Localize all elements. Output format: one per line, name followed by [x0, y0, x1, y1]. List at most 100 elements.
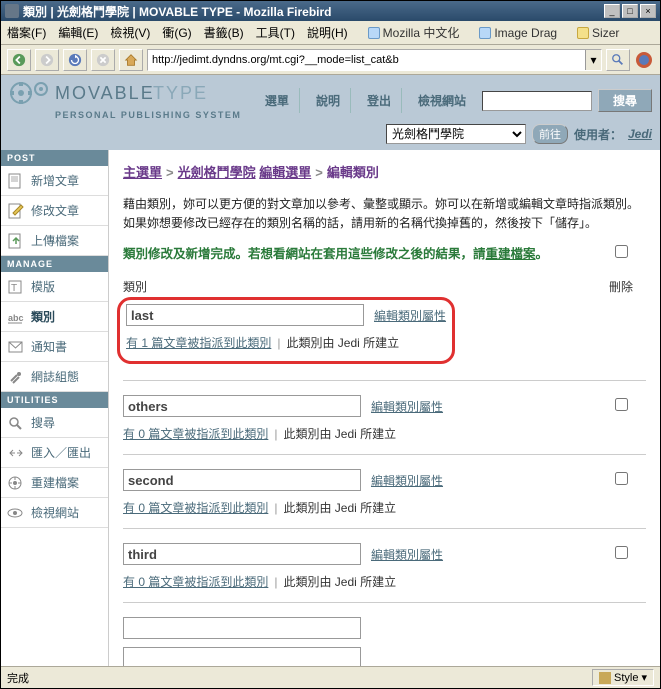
svg-text:TYPE: TYPE	[153, 83, 208, 103]
nav-help[interactable]: 說明	[306, 88, 351, 113]
sidebar-categories[interactable]: abc類別	[1, 302, 108, 332]
category-name-input[interactable]	[123, 543, 361, 565]
svg-text:T: T	[11, 283, 17, 294]
close-button[interactable]: ×	[640, 4, 656, 18]
sidebar-rebuild[interactable]: 重建檔案	[1, 468, 108, 498]
edit-attributes-link[interactable]: 編輯類別屬性	[371, 546, 443, 563]
notice: 類別修改及新增完成。若想看網站在套用這些修改之後的結果，請重建檔案。	[123, 243, 646, 262]
entry-count-link[interactable]: 有 0 篇文章被指派到此類別	[123, 501, 268, 515]
sidebar-search[interactable]: 搜尋	[1, 408, 108, 438]
stop-button[interactable]	[91, 49, 115, 71]
search-button[interactable]	[606, 49, 630, 71]
edit-attributes-link[interactable]: 編輯類別屬性	[371, 472, 443, 489]
entry-count-link[interactable]: 有 1 篇文章被指派到此類別	[126, 336, 271, 350]
header-search-button[interactable]: 搜尋	[598, 89, 652, 112]
column-headers: 類別 刪除	[123, 278, 646, 295]
url-bar[interactable]: ▾	[147, 49, 602, 71]
back-button[interactable]	[7, 49, 31, 71]
import-icon	[7, 445, 25, 461]
categories-icon: abc	[7, 309, 25, 325]
browser-toolbar: ▾	[1, 45, 660, 75]
doc-icon	[368, 27, 380, 39]
user-label: 使用者：	[574, 126, 622, 143]
menu-go[interactable]: 衝(G)	[162, 24, 191, 41]
sidebar-import[interactable]: 匯入／匯出	[1, 438, 108, 468]
highlight-annotation: 編輯類別屬性 有 1 篇文章被指派到此類別|此類別由 Jedi 所建立	[117, 297, 455, 364]
delete-checkbox[interactable]	[615, 398, 628, 411]
doc-icon	[479, 27, 491, 39]
sidebar-templates[interactable]: T模版	[1, 272, 108, 302]
status-bar: 完成 Style ▾	[1, 666, 660, 688]
menu-bookmarks[interactable]: 書籤(B)	[204, 24, 244, 41]
creator-text: 此類別由 Jedi 所建立	[286, 336, 399, 350]
blog-select[interactable]: 光劍格鬥學院	[386, 124, 526, 144]
svg-text:abc: abc	[8, 313, 24, 323]
nav-logout[interactable]: 登出	[357, 88, 402, 113]
new-entry-icon	[7, 173, 25, 189]
sidebar-notify[interactable]: 通知書	[1, 332, 108, 362]
home-button[interactable]	[119, 49, 143, 71]
header-search-input[interactable]	[482, 91, 592, 111]
creator-text: 此類別由 Jedi 所建立	[283, 427, 396, 441]
menu-file[interactable]: 檔案(F)	[7, 24, 46, 41]
menu-tools[interactable]: 工具(T)	[256, 24, 295, 41]
category-row: 編輯類別屬性 有 1 篇文章被指派到此類別|此類別由 Jedi 所建立	[123, 301, 646, 381]
menu-view[interactable]: 檢視(V)	[110, 24, 150, 41]
category-name-input[interactable]	[123, 395, 361, 417]
content-area: 主選單>光劍格鬥學院 編輯選單>編輯類別 藉由類別，妳可以更方便的對文章加以參考…	[109, 150, 660, 666]
status-text: 完成	[7, 670, 592, 686]
new-category-input[interactable]	[123, 617, 361, 639]
delete-checkbox[interactable]	[615, 472, 628, 485]
maximize-button[interactable]: □	[622, 4, 638, 18]
new-category-input[interactable]	[123, 647, 361, 666]
menu-help[interactable]: 說明(H)	[307, 24, 348, 41]
nav-viewsite[interactable]: 檢視網站	[408, 88, 476, 113]
minimize-button[interactable]: _	[604, 4, 620, 18]
category-name-input[interactable]	[123, 469, 361, 491]
reload-button[interactable]	[63, 49, 87, 71]
category-row: 編輯類別屬性 有 0 篇文章被指派到此類別|此類別由 Jedi 所建立	[123, 543, 646, 603]
mt-logo: MOVABLE TYPE	[9, 81, 219, 105]
entry-count-link[interactable]: 有 0 篇文章被指派到此類別	[123, 427, 268, 441]
style-switcher[interactable]: Style ▾	[592, 669, 654, 686]
entry-count-link[interactable]: 有 0 篇文章被指派到此類別	[123, 575, 268, 589]
sidebar: POST 新增文章 修改文章 上傳檔案 MANAGE T模版 abc類別 通知書…	[1, 150, 109, 666]
sidebar-header-utilities: UTILITIES	[1, 392, 108, 408]
sidebar-upload[interactable]: 上傳檔案	[1, 226, 108, 256]
user-link[interactable]: Jedi	[628, 127, 652, 141]
edit-attributes-link[interactable]: 編輯類別屬性	[371, 398, 443, 415]
instructions: 藉由類別，妳可以更方便的對文章加以參考、彙整或顯示。妳可以在新增或編輯文章時指派…	[123, 195, 646, 233]
url-input[interactable]	[148, 54, 585, 66]
bookmark-mozilla[interactable]: Mozilla 中文化	[368, 24, 460, 41]
delete-checkbox[interactable]	[615, 245, 628, 258]
logo-tagline: PERSONAL PUBLISHING SYSTEM	[55, 110, 241, 120]
palette-icon	[599, 672, 611, 684]
category-row: 編輯類別屬性 有 0 篇文章被指派到此類別|此類別由 Jedi 所建立	[123, 469, 646, 529]
window-title: 類別 | 光劍格鬥學院 | MOVABLE TYPE - Mozilla Fir…	[23, 3, 604, 20]
notify-icon	[7, 339, 25, 355]
config-icon	[7, 369, 25, 385]
sidebar-edit-entry[interactable]: 修改文章	[1, 196, 108, 226]
go-button[interactable]: 前往	[532, 124, 568, 144]
delete-checkbox[interactable]	[615, 546, 628, 559]
url-dropdown[interactable]: ▾	[585, 50, 601, 70]
category-name-input[interactable]	[126, 304, 364, 326]
menu-edit[interactable]: 編輯(E)	[58, 24, 98, 41]
creator-text: 此類別由 Jedi 所建立	[283, 501, 396, 515]
sidebar-viewsite[interactable]: 檢視網站	[1, 498, 108, 528]
templates-icon: T	[7, 279, 25, 295]
bookmark-imagedrag[interactable]: Image Drag	[479, 26, 557, 40]
header-delete: 刪除	[596, 278, 646, 295]
sidebar-new-entry[interactable]: 新增文章	[1, 166, 108, 196]
breadcrumb-main[interactable]: 主選單	[123, 165, 162, 180]
bookmark-sizer[interactable]: Sizer	[577, 26, 619, 40]
sidebar-config[interactable]: 網誌組態	[1, 362, 108, 392]
breadcrumb-blog[interactable]: 光劍格鬥學院	[178, 165, 256, 180]
rebuild-link[interactable]: 重建檔案	[486, 247, 536, 261]
forward-button[interactable]	[35, 49, 59, 71]
edit-attributes-link[interactable]: 編輯類別屬性	[374, 307, 446, 324]
app-icon	[5, 4, 19, 18]
breadcrumb-edit[interactable]: 編輯選單	[259, 165, 311, 180]
creator-text: 此類別由 Jedi 所建立	[283, 575, 396, 589]
nav-menu[interactable]: 選單	[255, 88, 300, 113]
